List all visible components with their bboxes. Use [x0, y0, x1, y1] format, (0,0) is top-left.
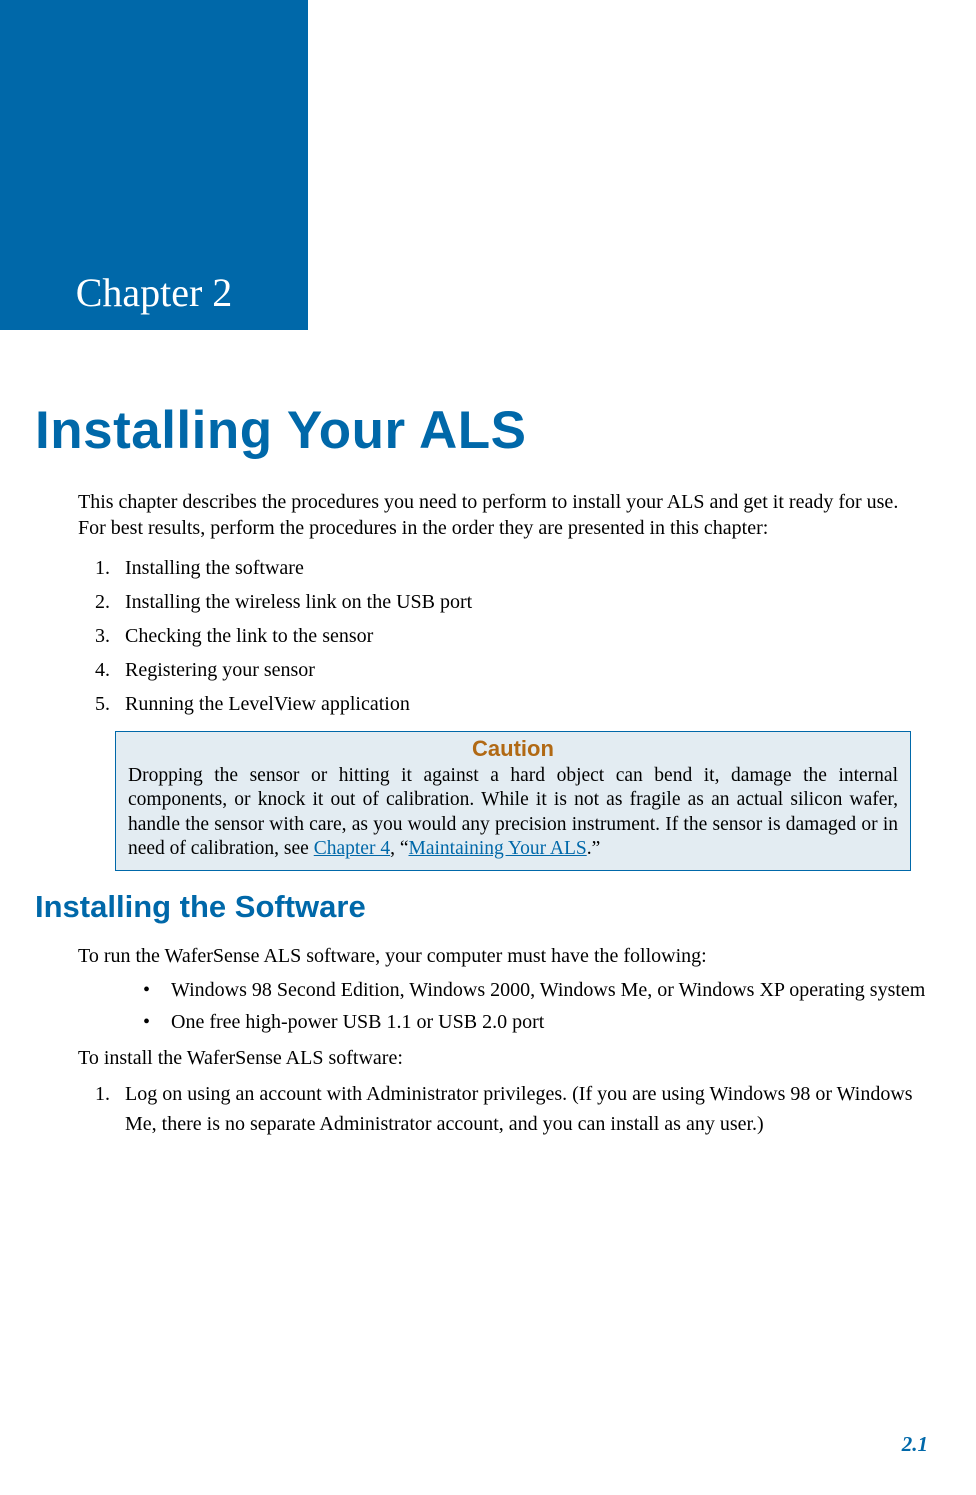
list-item-text: Checking the link to the sensor — [125, 625, 373, 647]
list-item: 1.Log on using an account with Administr… — [105, 1079, 931, 1139]
list-item-text: Running the LevelView application — [125, 693, 410, 715]
caution-title: Caution — [128, 736, 898, 762]
list-item: 5.Running the LevelView application — [105, 689, 931, 719]
page-number: 2.1 — [902, 1432, 928, 1457]
caution-text-after: .” — [587, 838, 601, 859]
list-item: 2.Installing the wireless link on the US… — [105, 587, 931, 617]
list-item: 4.Registering your sensor — [105, 655, 931, 685]
list-item-text: Registering your sensor — [125, 659, 315, 681]
list-item: 3.Checking the link to the sensor — [105, 621, 931, 651]
list-item-text: Log on using an account with Administrat… — [125, 1083, 913, 1135]
caution-text: Dropping the sensor or hitting it agains… — [128, 764, 898, 862]
list-item-text: One free high-power USB 1.1 or USB 2.0 p… — [171, 1011, 544, 1033]
intro-paragraph: This chapter describes the procedures yo… — [35, 489, 931, 541]
list-item: One free high-power USB 1.1 or USB 2.0 p… — [143, 1009, 931, 1035]
caution-text-mid: , “ — [390, 838, 408, 859]
requirements-list: Windows 98 Second Edition, Windows 2000,… — [35, 977, 931, 1035]
procedure-list: 1.Installing the software 2.Installing t… — [35, 553, 931, 719]
list-item: Windows 98 Second Edition, Windows 2000,… — [143, 977, 931, 1003]
page-content: Installing Your ALS This chapter describ… — [0, 400, 976, 1151]
install-intro: To install the WaferSense ALS software: — [35, 1045, 931, 1071]
list-item: 1.Installing the software — [105, 553, 931, 583]
chapter-badge: Chapter 2 — [0, 0, 308, 330]
requirements-intro: To run the WaferSense ALS software, your… — [35, 943, 931, 969]
section-title: Installing the Software — [35, 889, 931, 925]
page-title: Installing Your ALS — [35, 400, 931, 461]
chapter-label: Chapter 2 — [76, 269, 233, 316]
caution-box: Caution Dropping the sensor or hitting i… — [115, 731, 911, 871]
chapter-4-link[interactable]: Chapter 4 — [314, 838, 390, 859]
maintaining-link[interactable]: Maintaining Your ALS — [408, 838, 586, 859]
list-item-text: Installing the wireless link on the USB … — [125, 591, 472, 613]
list-item-text: Installing the software — [125, 557, 304, 579]
install-steps-list: 1.Log on using an account with Administr… — [35, 1079, 931, 1139]
list-item-text: Windows 98 Second Edition, Windows 2000,… — [171, 979, 925, 1001]
